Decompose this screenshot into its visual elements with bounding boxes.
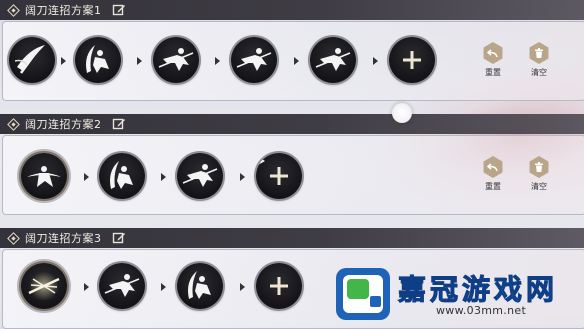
plus-icon (403, 51, 421, 69)
diamond-icon (7, 231, 20, 245)
watermark-brand: 嘉冠游戏网 (398, 273, 559, 307)
clear-button[interactable]: 清空 (526, 42, 552, 78)
diamond-icon (7, 3, 20, 17)
leaping-strike-skill-icon[interactable] (75, 37, 121, 83)
arrow-icon (215, 57, 220, 65)
site-logo-icon (336, 268, 390, 320)
arrow-icon (84, 173, 89, 181)
undo-icon (483, 42, 503, 64)
arrow-icon (61, 57, 66, 65)
dash-slash-skill-icon[interactable] (310, 37, 356, 83)
arrow-icon (84, 283, 89, 291)
combo-plan-title: 阔刀连招方案3 (25, 232, 102, 245)
cursor-indicator (392, 103, 412, 123)
add-skill-button[interactable] (256, 263, 302, 309)
reset-button[interactable]: 重置 (480, 42, 506, 78)
trash-icon (529, 42, 549, 64)
combo-plan-title: 阔刀连招方案2 (25, 118, 102, 131)
reset-button[interactable]: 重置 (480, 156, 506, 192)
trash-icon (529, 156, 549, 178)
combo-plan-header: 阔刀连招方案1 (0, 0, 584, 20)
spin-slash-skill-icon[interactable] (21, 153, 67, 199)
radiant-blade-skill-icon[interactable] (21, 263, 67, 309)
arrow-icon (240, 283, 245, 291)
leaping-strike-skill-icon[interactable] (177, 263, 223, 309)
sword-swing-skill-icon[interactable] (9, 37, 55, 83)
diamond-icon (7, 117, 20, 131)
edit-icon[interactable] (112, 3, 126, 17)
dash-slash-skill-icon[interactable] (99, 263, 145, 309)
arrow-icon (137, 57, 142, 65)
arrow-icon (161, 283, 166, 291)
clear-label: 清空 (531, 68, 547, 77)
add-skill-button[interactable] (256, 153, 302, 199)
combo-plan-header: 阔刀连招方案2 (0, 114, 584, 134)
reset-label: 重置 (485, 182, 501, 191)
arrow-icon (161, 173, 166, 181)
clear-button[interactable]: 清空 (526, 156, 552, 192)
add-skill-button[interactable] (389, 37, 435, 83)
dash-slash-skill-icon[interactable] (153, 37, 199, 83)
combo-plan-title: 阔刀连招方案1 (25, 4, 102, 17)
reset-label: 重置 (485, 68, 501, 77)
undo-icon (483, 156, 503, 178)
dash-slash-skill-icon[interactable] (231, 37, 277, 83)
plus-icon (270, 277, 288, 295)
plus-icon (258, 157, 288, 185)
combo-plan-header: 阔刀连招方案3 (0, 228, 584, 248)
edit-icon[interactable] (112, 231, 126, 245)
leaping-strike-skill-icon[interactable] (99, 153, 145, 199)
watermark-url: www.03mm.net (436, 304, 527, 317)
arrow-icon (240, 173, 245, 181)
arrow-icon (294, 57, 299, 65)
clear-label: 清空 (531, 182, 547, 191)
arrow-icon (373, 57, 378, 65)
edit-icon[interactable] (112, 117, 126, 131)
dash-slash-skill-icon[interactable] (177, 153, 223, 199)
